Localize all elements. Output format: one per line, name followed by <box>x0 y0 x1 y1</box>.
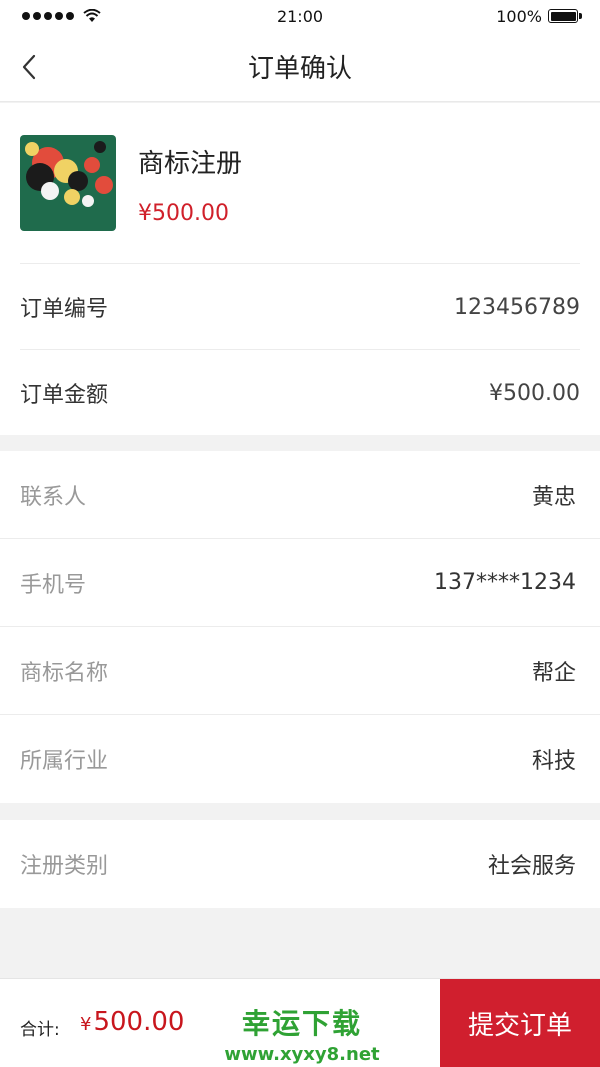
nav-bar: 订单确认 <box>0 32 600 102</box>
info-value: 黄忠 <box>531 484 576 510</box>
battery-icon <box>548 9 582 23</box>
watermark: 幸运下载 www.xyxy8.net <box>222 1002 382 1065</box>
info-label: 手机号 <box>20 572 87 598</box>
info-row-industry[interactable]: 所属行业 科技 <box>0 715 600 803</box>
total-value: 500.00 <box>93 1007 185 1037</box>
watermark-title: 幸运下载 <box>241 1007 362 1040</box>
info-label: 联系人 <box>20 484 87 510</box>
currency-symbol: ¥ <box>80 1014 92 1035</box>
watermark-url: www.xyxy8.net <box>224 1044 380 1065</box>
status-bar: 21:00 100% <box>0 0 600 32</box>
info-value: 137****1234 <box>434 570 576 595</box>
info-value: 科技 <box>531 749 576 774</box>
order-number-value: 123456789 <box>454 294 580 320</box>
submit-order-button[interactable]: 提交订单 <box>440 979 600 1067</box>
product-thumbnail <box>20 135 116 231</box>
page-title: 订单确认 <box>247 54 352 84</box>
contact-info-card: 联系人 黄忠 手机号 137****1234 商标名称 帮企 所属行业 科技 <box>0 451 600 803</box>
order-confirm-page: 21:00 100% 订单确认 商标注册 ¥500.00 订单编号 123456… <box>0 0 600 1067</box>
status-time: 21:00 <box>276 6 324 26</box>
order-amount-row: 订单金额 ¥500.00 <box>20 350 580 436</box>
order-amount-label: 订单金额 <box>20 383 109 408</box>
info-row-trademark-name[interactable]: 商标名称 帮企 <box>0 627 600 715</box>
info-label: 所属行业 <box>20 749 109 774</box>
order-number-row: 订单编号 123456789 <box>20 264 580 350</box>
total-label: 合计: <box>20 1020 60 1040</box>
info-value: 帮企 <box>531 660 576 686</box>
product-price: ¥500.00 <box>138 201 229 226</box>
info-label: 商标名称 <box>20 660 109 686</box>
category-card: 注册类别 社会服务 <box>0 820 600 908</box>
category-value: 社会服务 <box>487 854 576 879</box>
product-item: 商标注册 ¥500.00 <box>20 135 580 263</box>
info-row-phone[interactable]: 手机号 137****1234 <box>0 539 600 627</box>
info-row-category[interactable]: 注册类别 社会服务 <box>0 820 600 908</box>
category-label: 注册类别 <box>20 854 109 879</box>
order-amount-value: ¥500.00 <box>489 380 580 406</box>
order-number-label: 订单编号 <box>20 297 109 322</box>
product-name: 商标注册 <box>138 149 243 179</box>
total-amount: ¥ 500.00 <box>80 1007 184 1037</box>
back-button[interactable] <box>14 50 44 84</box>
order-summary-card: 商标注册 ¥500.00 订单编号 123456789 订单金额 ¥500.00 <box>0 103 600 435</box>
info-row-contact[interactable]: 联系人 黄忠 <box>0 451 600 539</box>
chevron-left-icon <box>22 54 36 80</box>
